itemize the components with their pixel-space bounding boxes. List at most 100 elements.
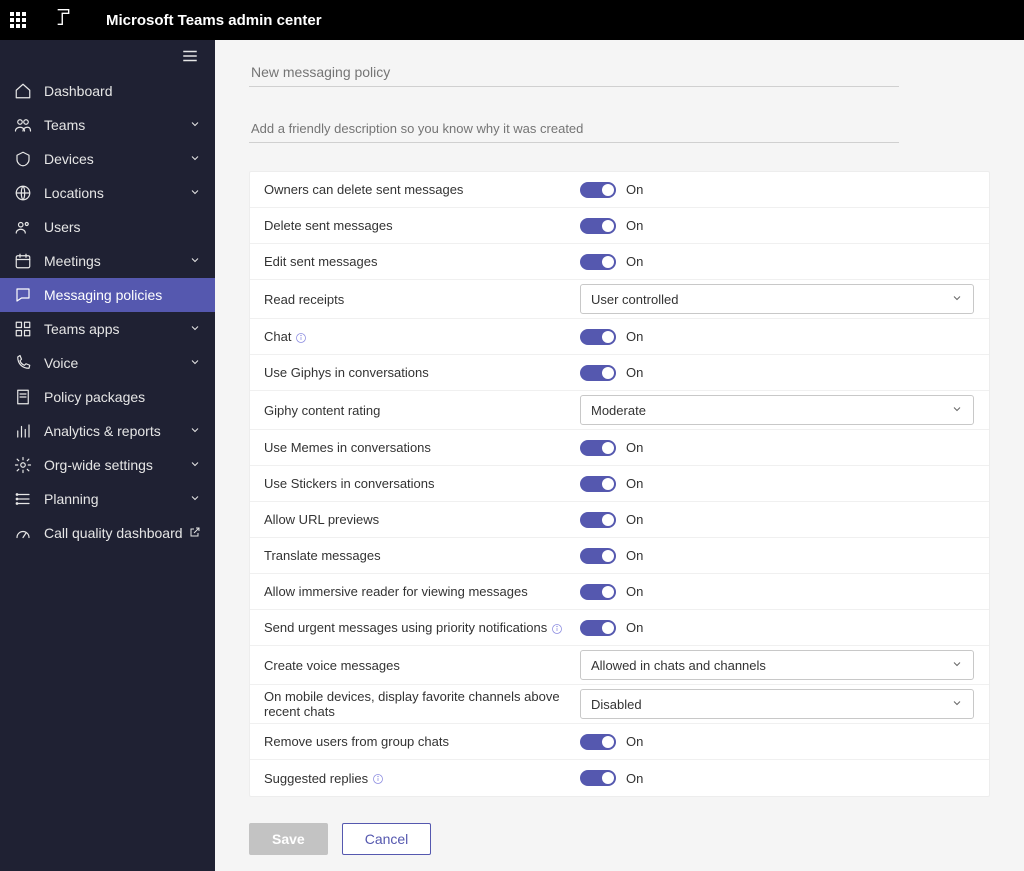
toggle-use-giphys-in-conversations[interactable] — [580, 365, 616, 381]
sidebar-item-label: Analytics & reports — [44, 423, 161, 439]
toggle-state-label: On — [626, 440, 643, 455]
globe-icon — [14, 184, 32, 202]
toggle-use-stickers-in-conversations[interactable] — [580, 476, 616, 492]
chevron-down-icon — [189, 253, 201, 269]
setting-row: Use Giphys in conversationsOn — [250, 355, 989, 391]
setting-label: Chat — [264, 329, 580, 344]
analytics-icon — [14, 422, 32, 440]
select-value: Moderate — [591, 403, 646, 418]
sidebar-item-policy-packages[interactable]: Policy packages — [0, 380, 215, 414]
policy-name-input[interactable] — [249, 58, 899, 87]
chevron-down-icon — [951, 658, 963, 673]
toggle-allow-url-previews[interactable] — [580, 512, 616, 528]
toggle-translate-messages[interactable] — [580, 548, 616, 564]
info-icon[interactable] — [291, 329, 307, 344]
people-icon — [14, 116, 32, 134]
toggle-state-label: On — [626, 476, 643, 491]
toggle-state-label: On — [626, 620, 643, 635]
toggle-state-label: On — [626, 771, 643, 786]
select-value: Disabled — [591, 697, 642, 712]
setting-label: Send urgent messages using priority noti… — [264, 620, 580, 635]
sidebar-item-label: Planning — [44, 491, 99, 507]
toggle-state-label: On — [626, 734, 643, 749]
toggle-edit-sent-messages[interactable] — [580, 254, 616, 270]
sidebar-item-call-quality-dashboard[interactable]: Call quality dashboard — [0, 516, 215, 550]
toggle-state-label: On — [626, 182, 643, 197]
sidebar-item-voice[interactable]: Voice — [0, 346, 215, 380]
toggle-use-memes-in-conversations[interactable] — [580, 440, 616, 456]
chevron-down-icon — [189, 185, 201, 201]
toggle-state-label: On — [626, 584, 643, 599]
setting-label: Owners can delete sent messages — [264, 182, 580, 197]
setting-label: On mobile devices, display favorite chan… — [264, 689, 580, 719]
planning-icon — [14, 490, 32, 508]
setting-row: Use Stickers in conversationsOn — [250, 466, 989, 502]
toggle-state-label: On — [626, 548, 643, 563]
sidebar-item-devices[interactable]: Devices — [0, 142, 215, 176]
external-link-icon — [183, 525, 201, 541]
chevron-down-icon — [189, 491, 201, 507]
toggle-suggested-replies[interactable] — [580, 770, 616, 786]
info-icon[interactable] — [368, 771, 384, 786]
setting-row: Read receiptsUser controlled — [250, 280, 989, 319]
setting-label: Allow URL previews — [264, 512, 580, 527]
app-title: Microsoft Teams admin center — [106, 12, 322, 29]
chevron-down-icon — [951, 403, 963, 418]
users-icon — [14, 218, 32, 236]
chat-icon — [14, 286, 32, 304]
toggle-chat[interactable] — [580, 329, 616, 345]
toggle-send-urgent-messages-using-priority-notifications[interactable] — [580, 620, 616, 636]
setting-row: ChatOn — [250, 319, 989, 355]
sidebar-item-teams[interactable]: Teams — [0, 108, 215, 142]
select-value: User controlled — [591, 292, 678, 307]
policy-icon — [14, 388, 32, 406]
gear-icon — [14, 456, 32, 474]
sidebar-item-messaging-policies[interactable]: Messaging policies — [0, 278, 215, 312]
apps-icon — [14, 320, 32, 338]
toggle-owners-can-delete-sent-messages[interactable] — [580, 182, 616, 198]
toggle-delete-sent-messages[interactable] — [580, 218, 616, 234]
device-icon — [14, 150, 32, 168]
setting-label: Allow immersive reader for viewing messa… — [264, 584, 580, 599]
sidebar-item-locations[interactable]: Locations — [0, 176, 215, 210]
sidebar-item-teams-apps[interactable]: Teams apps — [0, 312, 215, 346]
setting-row: Remove users from group chatsOn — [250, 724, 989, 760]
chevron-down-icon — [189, 423, 201, 439]
brand-logo-icon — [54, 6, 76, 34]
sidebar-item-label: Org-wide settings — [44, 457, 153, 473]
chevron-down-icon — [951, 697, 963, 712]
chevron-down-icon — [189, 355, 201, 371]
select-create-voice-messages[interactable]: Allowed in chats and channels — [580, 650, 974, 680]
save-button[interactable]: Save — [249, 823, 328, 855]
toggle-allow-immersive-reader-for-viewing-messages[interactable] — [580, 584, 616, 600]
chevron-down-icon — [189, 457, 201, 473]
setting-row: Allow immersive reader for viewing messa… — [250, 574, 989, 610]
info-icon[interactable] — [547, 620, 563, 635]
settings-panel: Owners can delete sent messagesOnDelete … — [249, 171, 990, 797]
sidebar-item-label: Call quality dashboard — [44, 525, 183, 541]
setting-label: Use Giphys in conversations — [264, 365, 580, 380]
sidebar-item-org-wide-settings[interactable]: Org-wide settings — [0, 448, 215, 482]
sidebar-item-meetings[interactable]: Meetings — [0, 244, 215, 278]
select-on-mobile-devices-display-favorite-channels-above-recent-chats[interactable]: Disabled — [580, 689, 974, 719]
sidebar-item-dashboard[interactable]: Dashboard — [0, 74, 215, 108]
setting-row: Giphy content ratingModerate — [250, 391, 989, 430]
sidebar-item-analytics-reports[interactable]: Analytics & reports — [0, 414, 215, 448]
home-icon — [14, 82, 32, 100]
sidebar-item-label: Users — [44, 219, 81, 235]
app-launcher-icon[interactable] — [10, 12, 26, 28]
cancel-button[interactable]: Cancel — [342, 823, 432, 855]
select-read-receipts[interactable]: User controlled — [580, 284, 974, 314]
sidebar: DashboardTeamsDevicesLocations Users Meeti… — [0, 40, 215, 871]
hamburger-icon[interactable] — [181, 47, 199, 68]
sidebar-item-users[interactable]: Users — [0, 210, 215, 244]
select-giphy-content-rating[interactable]: Moderate — [580, 395, 974, 425]
policy-description-input[interactable] — [249, 115, 899, 143]
toggle-remove-users-from-group-chats[interactable] — [580, 734, 616, 750]
sidebar-item-label: Voice — [44, 355, 78, 371]
setting-label: Create voice messages — [264, 658, 580, 673]
setting-label: Use Memes in conversations — [264, 440, 580, 455]
sidebar-item-planning[interactable]: Planning — [0, 482, 215, 516]
setting-label: Suggested replies — [264, 771, 580, 786]
setting-row: Create voice messagesAllowed in chats an… — [250, 646, 989, 685]
